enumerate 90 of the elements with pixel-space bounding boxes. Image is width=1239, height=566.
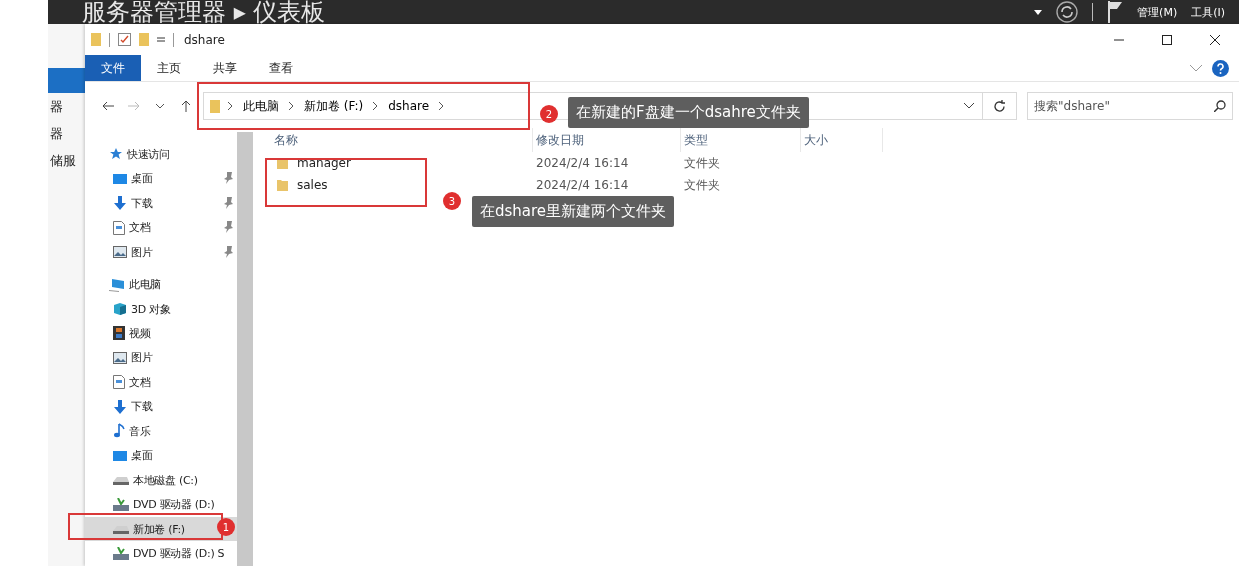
- back-arrow-icon: [102, 101, 114, 111]
- download-icon: [113, 196, 127, 211]
- ribbon-tab[interactable]: 共享: [197, 55, 253, 81]
- nav-item[interactable]: 下载: [85, 394, 237, 420]
- nav-item[interactable]: 图片: [85, 345, 237, 371]
- sidebar-label[interactable]: 储服: [48, 147, 85, 174]
- disc-drive-icon: [113, 546, 129, 561]
- pin-icon: [223, 172, 233, 185]
- up-arrow-icon: [181, 100, 191, 112]
- breadcrumb[interactable]: dshare: [386, 99, 432, 113]
- image-icon: [113, 351, 127, 364]
- callout: 在新建的F盘建一个dsahre文件夹: [568, 97, 809, 128]
- chevron-right-icon: [289, 102, 294, 110]
- properties-icon: [118, 33, 131, 46]
- maximize-icon: [1162, 34, 1172, 45]
- table-cell-text: 2024/2/4 16:14: [535, 156, 630, 170]
- help-icon: [1212, 59, 1229, 77]
- drive-icon: [113, 475, 129, 486]
- nav-item[interactable]: 视频: [85, 321, 237, 346]
- nav-item[interactable]: 桌面: [85, 166, 237, 191]
- drive-icon: [113, 524, 129, 535]
- ribbon-tab[interactable]: 主页: [141, 55, 197, 81]
- star-icon: [109, 147, 123, 162]
- ribbon-tab[interactable]: 查看: [253, 55, 309, 81]
- refresh-icon: [1056, 1, 1079, 23]
- dropdown-caret-icon: [1034, 9, 1043, 15]
- customize-toolbar-icon: [157, 35, 165, 44]
- pin-icon: [223, 245, 233, 258]
- nav-item[interactable]: 下载: [85, 190, 237, 216]
- nav-item[interactable]: 音乐: [85, 419, 237, 444]
- nav-item[interactable]: 图片: [85, 239, 237, 265]
- minimize-icon: [1114, 38, 1124, 41]
- forward-arrow-icon: [128, 101, 140, 111]
- search-icon: [1214, 100, 1226, 112]
- chevron-down-icon: [964, 103, 974, 109]
- ribbon-tab[interactable]: 文件: [85, 55, 141, 81]
- nav-item[interactable]: 本地磁盘 (C:): [85, 468, 237, 493]
- nav-item[interactable]: 3D 对象: [85, 296, 237, 322]
- nav-item[interactable]: 此电脑: [85, 272, 237, 297]
- flag-icon: [1107, 1, 1124, 23]
- file-name[interactable]: manager: [297, 156, 351, 170]
- refresh-button[interactable]: [983, 92, 1017, 120]
- table-cell-text: 文件夹: [683, 176, 721, 194]
- pin-icon: [223, 221, 233, 234]
- breadcrumb[interactable]: 新加卷 (F:): [302, 97, 366, 115]
- pin-icon: [223, 196, 233, 209]
- breadcrumb[interactable]: 此电脑: [241, 97, 281, 115]
- folder-icon: [277, 157, 289, 169]
- nav-item[interactable]: DVD 驱动器 (D:) S: [85, 541, 237, 566]
- cube-icon: [113, 302, 127, 316]
- selected-sidebar-item[interactable]: [48, 68, 85, 93]
- refresh-icon: [993, 99, 1006, 113]
- chevron-right-icon: [439, 102, 445, 110]
- download-icon: [113, 399, 127, 414]
- column-header[interactable]: 名称: [271, 128, 533, 152]
- window-title: dshare: [184, 32, 225, 47]
- chevron-right-icon: [373, 102, 379, 110]
- table-cell-text: 2024/2/4 16:14: [535, 178, 630, 192]
- document-icon: [113, 220, 125, 235]
- image-icon: [113, 246, 127, 259]
- callout: 在dshare里新建两个文件夹: [472, 196, 675, 227]
- chevron-right-icon: [228, 102, 233, 110]
- file-name[interactable]: sales: [297, 178, 328, 192]
- close-icon: [1210, 34, 1220, 45]
- nav-item[interactable]: DVD 驱动器 (D:): [85, 492, 237, 517]
- chevron-down-icon: [156, 103, 164, 109]
- film-icon: [113, 326, 125, 341]
- nav-item[interactable]: 快速访问: [85, 142, 237, 167]
- music-note-icon: [113, 423, 125, 440]
- app-title: 服务器管理器 ▸ 仪表板: [82, 0, 326, 24]
- folder-icon: [91, 33, 101, 46]
- folder-icon: [277, 179, 289, 191]
- monitor-icon: [113, 449, 127, 462]
- monitor-icon: [113, 172, 127, 185]
- document-icon: [113, 375, 125, 390]
- menu-item[interactable]: 工具(I): [1191, 4, 1225, 20]
- table-cell-text: 文件夹: [683, 154, 721, 172]
- sidebar-label[interactable]: 器: [48, 120, 85, 147]
- nav-item[interactable]: 文档: [85, 370, 237, 395]
- disc-drive-icon: [113, 497, 129, 512]
- search-field[interactable]: 搜索"dshare": [1027, 92, 1233, 120]
- nav-item[interactable]: 文档: [85, 215, 237, 240]
- menu-item[interactable]: 管理(M): [1137, 4, 1178, 20]
- folder-icon: [210, 99, 220, 113]
- sidebar-label[interactable]: 器: [48, 93, 85, 120]
- computer-icon: [109, 277, 125, 292]
- nav-item[interactable]: 桌面: [85, 443, 237, 469]
- scrollbar[interactable]: [237, 132, 253, 566]
- expand-ribbon-icon: [1190, 64, 1202, 72]
- new-folder-icon: [139, 33, 149, 46]
